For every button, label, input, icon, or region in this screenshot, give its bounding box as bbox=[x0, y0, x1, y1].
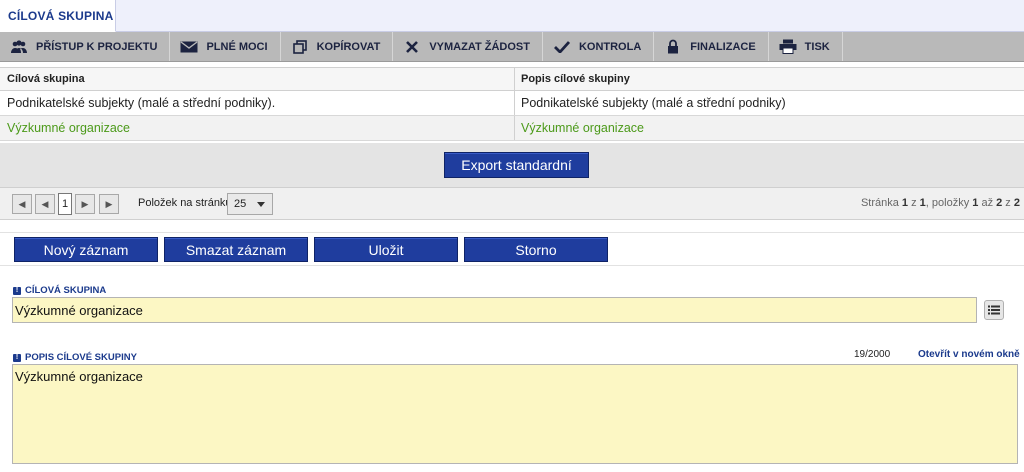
prev-page-button[interactable]: ◀︎ bbox=[35, 194, 55, 214]
x-icon bbox=[403, 39, 421, 55]
required-icon: ! bbox=[13, 353, 21, 362]
next-page-icon: ▶︎ bbox=[81, 198, 89, 209]
list-icon bbox=[988, 305, 1000, 315]
char-counter: 19/2000 bbox=[854, 349, 891, 360]
table-cell: Výzkumné organizace bbox=[521, 121, 644, 135]
pager: ◀︎ ◀︎ 1 ▶︎ ▶︎ Položek na stránku 25 Strá… bbox=[0, 188, 1024, 220]
column-header-popis[interactable]: Popis cílové skupiny bbox=[515, 68, 1024, 90]
users-icon bbox=[10, 39, 28, 55]
grid-header: Cílová skupina Popis cílové skupiny bbox=[0, 67, 1024, 91]
description-label: ! POPIS CÍLOVÉ SKUPINY bbox=[13, 352, 137, 363]
cancel-button[interactable]: Storno bbox=[464, 237, 608, 262]
tab-cilova-skupina[interactable]: CÍLOVÁ SKUPINA bbox=[0, 0, 116, 32]
toolbar-kopirovat-button[interactable]: KOPÍROVAT bbox=[281, 32, 394, 61]
last-page-button[interactable]: ▶︎ bbox=[99, 194, 119, 214]
envelope-icon bbox=[180, 39, 198, 55]
toolbar-plne-moci-button[interactable]: PLNÉ MOCI bbox=[170, 32, 281, 61]
record-actions: Nový záznam Smazat záznam Uložit Storno bbox=[0, 232, 1024, 266]
prev-page-icon: ◀︎ bbox=[41, 198, 49, 209]
first-page-button[interactable]: ◀︎ bbox=[12, 194, 32, 214]
last-page-icon: ▶︎ bbox=[105, 198, 113, 209]
toolbar-tisk-button[interactable]: TISK bbox=[769, 32, 843, 61]
table-row-selected[interactable]: Výzkumné organizace Výzkumné organizace bbox=[0, 116, 1024, 141]
toolbar: PŘÍSTUP K PROJEKTU PLNÉ MOCI KOPÍROVAT V… bbox=[0, 32, 1024, 62]
toolbar-finalizace-button[interactable]: FINALIZACE bbox=[654, 32, 769, 61]
check-icon bbox=[553, 39, 571, 55]
delete-record-button[interactable]: Smazat záznam bbox=[164, 237, 308, 262]
open-new-window-link[interactable]: Otevřít v novém okně bbox=[918, 349, 1020, 360]
export-bar: Export standardní bbox=[0, 143, 1024, 188]
per-page-label: Položek na stránku bbox=[138, 197, 232, 209]
table-row[interactable]: Podnikatelské subjekty (malé a střední p… bbox=[0, 91, 1024, 116]
target-group-label: ! CÍLOVÁ SKUPINA bbox=[13, 285, 106, 296]
copy-icon bbox=[291, 39, 309, 55]
first-page-icon: ◀︎ bbox=[18, 198, 26, 209]
required-icon: ! bbox=[13, 286, 21, 295]
toolbar-kontrola-button[interactable]: KONTROLA bbox=[543, 32, 655, 61]
table-cell: Výzkumné organizace bbox=[0, 116, 515, 140]
lock-icon bbox=[664, 39, 682, 55]
save-button[interactable]: Uložit bbox=[314, 237, 458, 262]
description-textarea[interactable]: Výzkumné organizace bbox=[12, 364, 1018, 464]
export-standard-button[interactable]: Export standardní bbox=[444, 152, 589, 178]
chevron-down-icon bbox=[257, 202, 265, 207]
table-cell: Podnikatelské subjekty (malé a střední p… bbox=[0, 91, 515, 115]
target-group-input[interactable]: Výzkumné organizace bbox=[12, 297, 977, 323]
next-page-button[interactable]: ▶︎ bbox=[75, 194, 95, 214]
toolbar-vymazat-button[interactable]: VYMAZAT ŽÁDOST bbox=[393, 32, 543, 61]
toolbar-pristup-button[interactable]: PŘÍSTUP K PROJEKTU bbox=[0, 32, 171, 61]
new-record-button[interactable]: Nový záznam bbox=[14, 237, 158, 262]
pager-info: Stránka 1 z 1, položky 1 až 2 z 2 bbox=[860, 197, 1020, 209]
printer-icon bbox=[779, 39, 797, 55]
per-page-select[interactable]: 25 bbox=[227, 193, 273, 215]
tab-bar: CÍLOVÁ SKUPINA bbox=[0, 0, 1024, 32]
target-group-grid: Cílová skupina Popis cílové skupiny Podn… bbox=[0, 67, 1024, 141]
column-header-cilova-skupina[interactable]: Cílová skupina bbox=[0, 68, 515, 90]
current-page-input[interactable]: 1 bbox=[58, 193, 72, 215]
table-cell: Podnikatelské subjekty (malé a střední p… bbox=[521, 96, 786, 110]
list-select-button[interactable] bbox=[984, 300, 1004, 320]
